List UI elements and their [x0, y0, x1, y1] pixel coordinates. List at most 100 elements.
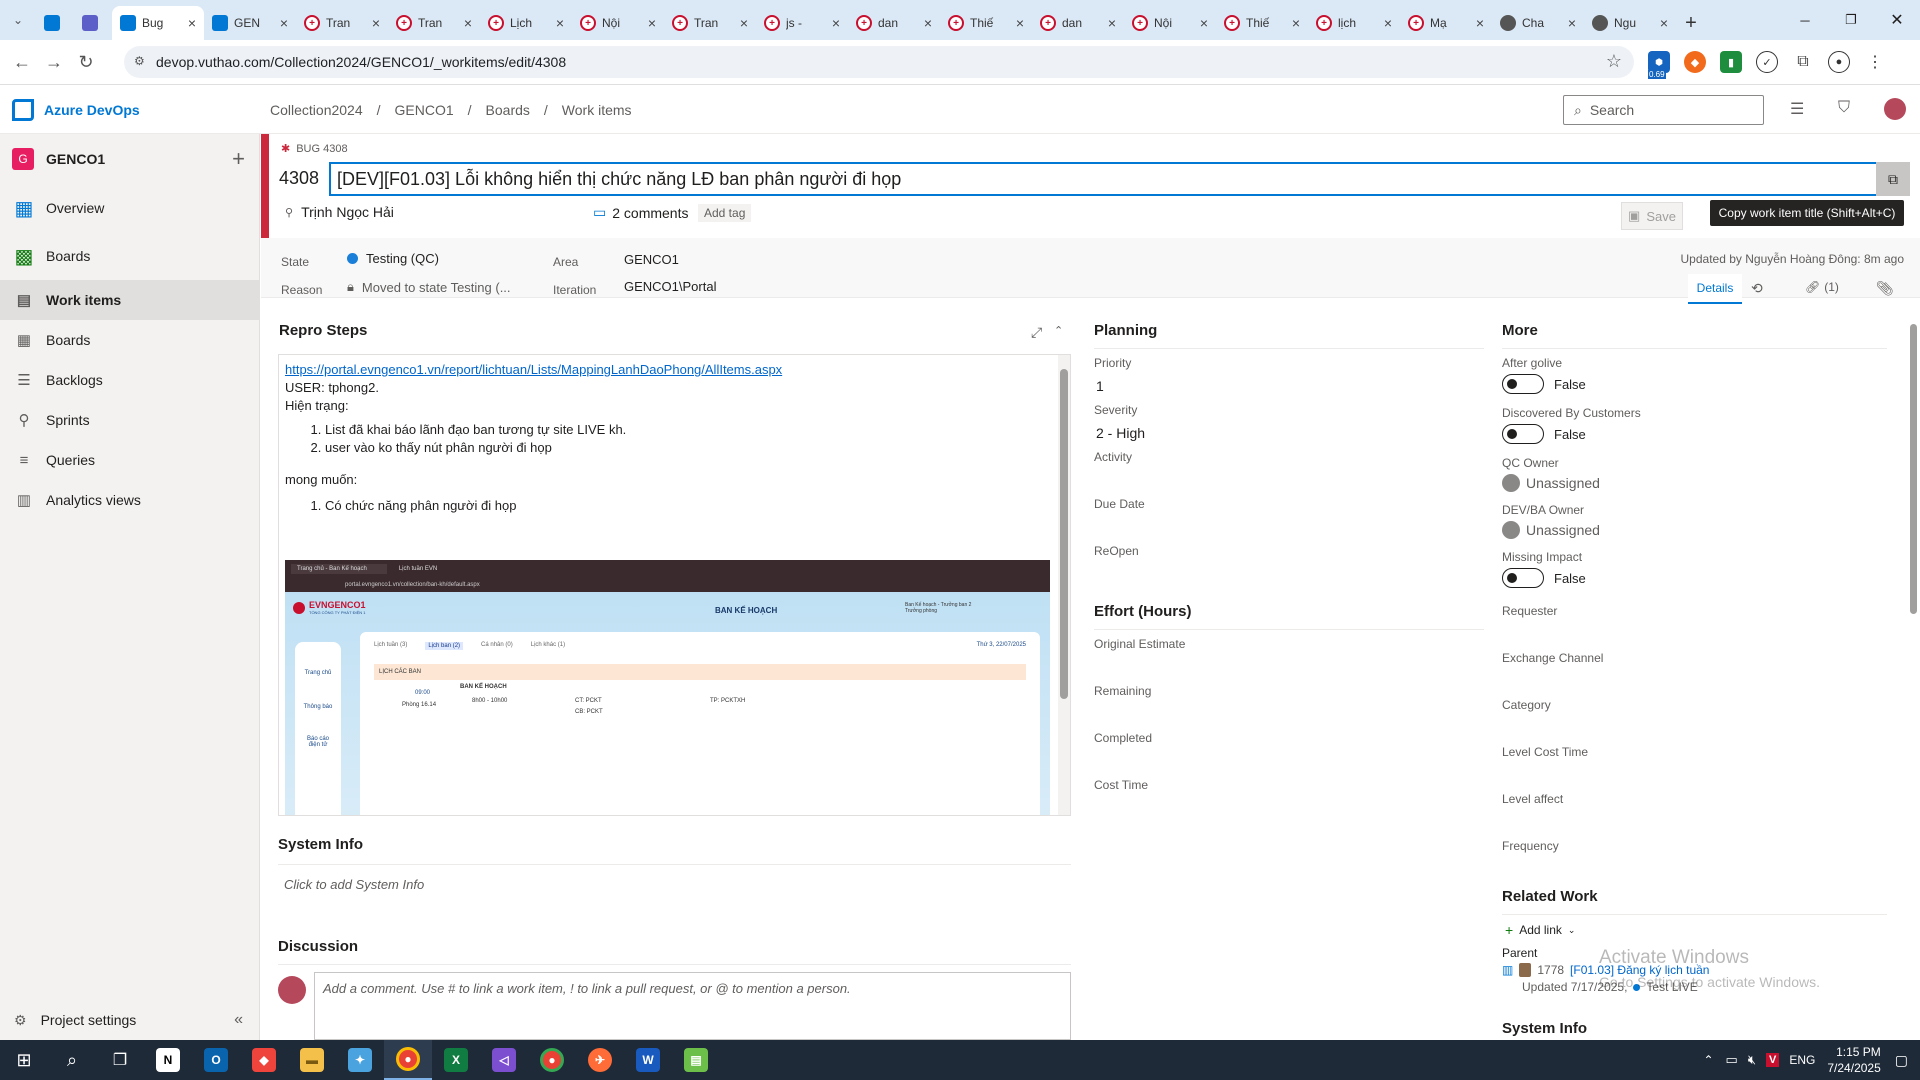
- browser-tab[interactable]: Cha ×: [1492, 6, 1584, 40]
- repro-link[interactable]: https://portal.evngenco1.vn/report/licht…: [285, 362, 782, 377]
- volume-icon[interactable]: 🔇︎: [1748, 1052, 1756, 1068]
- vietnamese-input-icon[interactable]: V: [1766, 1053, 1780, 1067]
- toggle-switch[interactable]: [1502, 424, 1544, 444]
- profile-icon[interactable]: ●: [1828, 51, 1850, 73]
- extension-badge-icon[interactable]: ⬢ 0.69: [1648, 51, 1670, 79]
- close-tab-icon[interactable]: ×: [1292, 15, 1300, 31]
- close-window-button[interactable]: ✕: [1874, 0, 1920, 40]
- word-button[interactable]: W: [624, 1040, 672, 1080]
- tab-attachments[interactable]: 📎︎: [1876, 280, 1894, 297]
- tab-details[interactable]: Details: [1688, 274, 1742, 304]
- missing-impact-toggle[interactable]: False: [1502, 566, 1887, 590]
- planning-field[interactable]: ReOpen: [1094, 544, 1484, 591]
- repro-steps-editor[interactable]: https://portal.evngenco1.vn/report/licht…: [278, 354, 1071, 816]
- area-value[interactable]: GENCO1: [624, 252, 679, 267]
- planning-field[interactable]: Severity 2 - High: [1094, 403, 1484, 450]
- planning-field[interactable]: Due Date: [1094, 497, 1484, 544]
- visual-studio-button[interactable]: ◁: [480, 1040, 528, 1080]
- toggle-switch[interactable]: [1502, 374, 1544, 394]
- effort-field[interactable]: Remaining: [1094, 684, 1484, 731]
- breadcrumb-item[interactable]: Collection2024: [270, 102, 363, 118]
- collapse-chevron-icon[interactable]: ⌃: [1054, 324, 1063, 337]
- clock[interactable]: 1:15 PM 7/24/2025: [1827, 1044, 1880, 1076]
- sidebar-item-work-items[interactable]: ▤ Work items: [0, 280, 259, 320]
- comments-link[interactable]: ▭ 2 comments: [593, 204, 688, 221]
- planning-field[interactable]: Activity: [1094, 450, 1484, 497]
- search-box[interactable]: ⌕ Search: [1563, 95, 1764, 125]
- extension-orange-icon[interactable]: ◆: [1684, 51, 1706, 73]
- add-tag-button[interactable]: Add tag: [698, 204, 752, 222]
- close-tab-icon[interactable]: ×: [188, 15, 196, 31]
- more-field[interactable]: Level Cost Time: [1502, 745, 1887, 792]
- browser-tab[interactable]: + dan ×: [848, 6, 940, 40]
- breadcrumb-item[interactable]: Work items: [562, 102, 632, 118]
- comment-input[interactable]: Add a comment. Use # to link a work item…: [314, 972, 1071, 1040]
- more-field[interactable]: Exchange Channel: [1502, 651, 1887, 698]
- effort-field[interactable]: Original Estimate: [1094, 637, 1484, 684]
- tab-history[interactable]: ⟲: [1751, 280, 1763, 297]
- after-golive-toggle[interactable]: False: [1502, 372, 1887, 396]
- browser-tab[interactable]: + Tran ×: [296, 6, 388, 40]
- forward-button[interactable]: →: [38, 46, 70, 78]
- notepad-button[interactable]: ▤: [672, 1040, 720, 1080]
- ado-logo[interactable]: Azure DevOps: [12, 99, 140, 121]
- language-indicator[interactable]: ENG: [1789, 1053, 1815, 1067]
- close-tab-icon[interactable]: ×: [1568, 15, 1576, 31]
- restore-button[interactable]: ❐: [1828, 0, 1874, 40]
- close-tab-icon[interactable]: ×: [1200, 15, 1208, 31]
- effort-field[interactable]: Cost Time: [1094, 778, 1484, 825]
- state-field[interactable]: Testing (QC): [347, 251, 439, 266]
- outlook-button[interactable]: O: [192, 1040, 240, 1080]
- expand-icon[interactable]: ⤢: [1031, 324, 1042, 341]
- sidebar-item-backlogs[interactable]: ☰ Backlogs: [0, 360, 259, 400]
- browser-menu-icon[interactable]: ⋮: [1864, 51, 1886, 73]
- browser-tab[interactable]: + Thiế ×: [1216, 6, 1308, 40]
- close-tab-icon[interactable]: ×: [740, 15, 748, 31]
- updated-by[interactable]: Updated by Nguyễn Hoàng Đông: 8m ago: [1681, 252, 1904, 266]
- url-bar[interactable]: ⚙ devop.vuthao.com/Collection2024/GENCO1…: [124, 46, 1634, 78]
- browser-tab[interactable]: + Nội ×: [572, 6, 664, 40]
- sidebar-item-overview[interactable]: ▦ Overview: [0, 184, 259, 232]
- sidebar-item-boards[interactable]: ▦ Boards: [0, 320, 259, 360]
- copy-title-button[interactable]: ⧉: [1876, 162, 1910, 196]
- browser-tab[interactable]: Ngu ×: [1584, 6, 1676, 40]
- project-settings[interactable]: ⚙ Project settings «: [0, 1000, 259, 1040]
- browser-tab[interactable]: + dan ×: [1032, 6, 1124, 40]
- browser-tab[interactable]: + Tran ×: [388, 6, 480, 40]
- excel-button[interactable]: X: [432, 1040, 480, 1080]
- close-tab-icon[interactable]: ×: [1108, 15, 1116, 31]
- file-explorer-button[interactable]: ▬: [288, 1040, 336, 1080]
- postman-button[interactable]: ✈: [576, 1040, 624, 1080]
- browser-tab[interactable]: Bug ×: [112, 6, 204, 40]
- close-tab-icon[interactable]: ×: [1384, 15, 1392, 31]
- sidebar-item-boards[interactable]: ▩ Boards: [0, 232, 259, 280]
- close-tab-icon[interactable]: ×: [1016, 15, 1024, 31]
- marketplace-bag-icon[interactable]: ⛉: [1838, 99, 1850, 117]
- sidebar-item-sprints[interactable]: ⚲ Sprints: [0, 400, 259, 440]
- anydesk-button[interactable]: ◆: [240, 1040, 288, 1080]
- close-tab-icon[interactable]: ×: [280, 15, 288, 31]
- browser-tab[interactable]: GEN ×: [204, 6, 296, 40]
- dev-owner-field[interactable]: Unassigned: [1502, 521, 1600, 539]
- close-tab-icon[interactable]: ×: [1660, 15, 1668, 31]
- notifications-icon[interactable]: ▢: [1895, 1052, 1908, 1069]
- qc-owner-field[interactable]: Unassigned: [1502, 474, 1600, 492]
- close-tab-icon[interactable]: ×: [556, 15, 564, 31]
- close-tab-icon[interactable]: ×: [464, 15, 472, 31]
- browser-tab[interactable]: + Mạ ×: [1400, 6, 1492, 40]
- new-tab-button[interactable]: +: [1676, 6, 1706, 40]
- toggle-switch[interactable]: [1502, 568, 1544, 588]
- back-button[interactable]: ←: [6, 46, 38, 78]
- settings-list-icon[interactable]: ☰: [1790, 99, 1804, 119]
- sidebar-item-queries[interactable]: ≡ Queries: [0, 440, 259, 480]
- add-link-button[interactable]: + Add link ⌄: [1505, 922, 1575, 938]
- extensions-puzzle-icon[interactable]: ⧉: [1792, 51, 1814, 73]
- minimize-button[interactable]: ─: [1782, 0, 1828, 40]
- planning-field[interactable]: Priority 1: [1094, 356, 1484, 403]
- effort-field[interactable]: Completed: [1094, 731, 1484, 778]
- assignee[interactable]: ⚲ Trịnh Ngọc Hải: [285, 204, 394, 220]
- chrome-button[interactable]: ●: [384, 1040, 432, 1080]
- sidebar-item-analytics-views[interactable]: ▥ Analytics views: [0, 480, 259, 520]
- extension-green-icon[interactable]: ▮: [1720, 51, 1742, 73]
- user-avatar[interactable]: [1884, 98, 1906, 120]
